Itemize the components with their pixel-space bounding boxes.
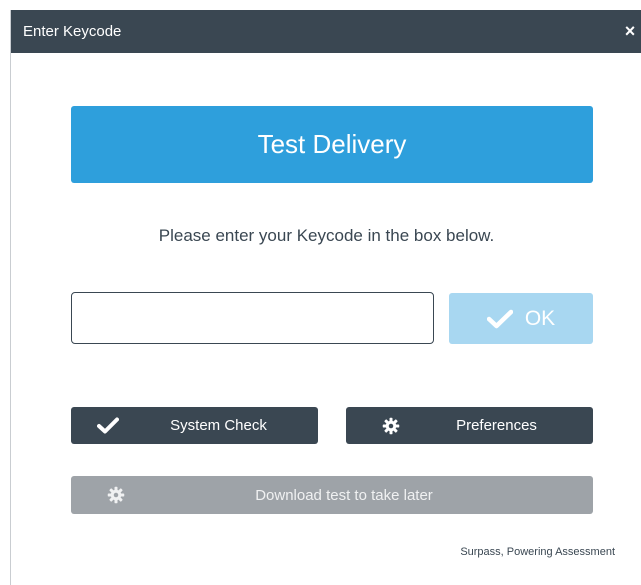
- banner-title: Test Delivery: [257, 129, 407, 159]
- ok-button-label: OK: [524, 306, 556, 330]
- download-test-button[interactable]: Download test to take later: [71, 476, 593, 514]
- preferences-button[interactable]: Preferences: [346, 407, 593, 444]
- keycode-input[interactable]: [71, 292, 434, 344]
- checkmark-icon: [486, 309, 513, 329]
- instruction-text: Please enter your Keycode in the box bel…: [158, 226, 495, 245]
- keycode-dialog: Enter Keycode × Test Delivery Please ent…: [10, 10, 641, 585]
- preferences-label: Preferences: [456, 417, 537, 434]
- gear-icon: [107, 486, 125, 504]
- dialog-titlebar: Enter Keycode ×: [11, 10, 641, 53]
- system-check-label: System Check: [170, 417, 267, 434]
- download-test-label: Download test to take later: [255, 486, 433, 504]
- close-icon[interactable]: ×: [619, 10, 641, 53]
- system-check-button[interactable]: System Check: [71, 407, 318, 444]
- dialog-title: Enter Keycode: [23, 23, 122, 40]
- ok-button[interactable]: OK: [449, 293, 593, 344]
- checkmark-icon: [97, 417, 119, 434]
- test-delivery-banner: Test Delivery: [71, 106, 593, 183]
- gear-icon: [382, 417, 400, 435]
- footer-branding: Surpass, Powering Assessment: [460, 546, 615, 558]
